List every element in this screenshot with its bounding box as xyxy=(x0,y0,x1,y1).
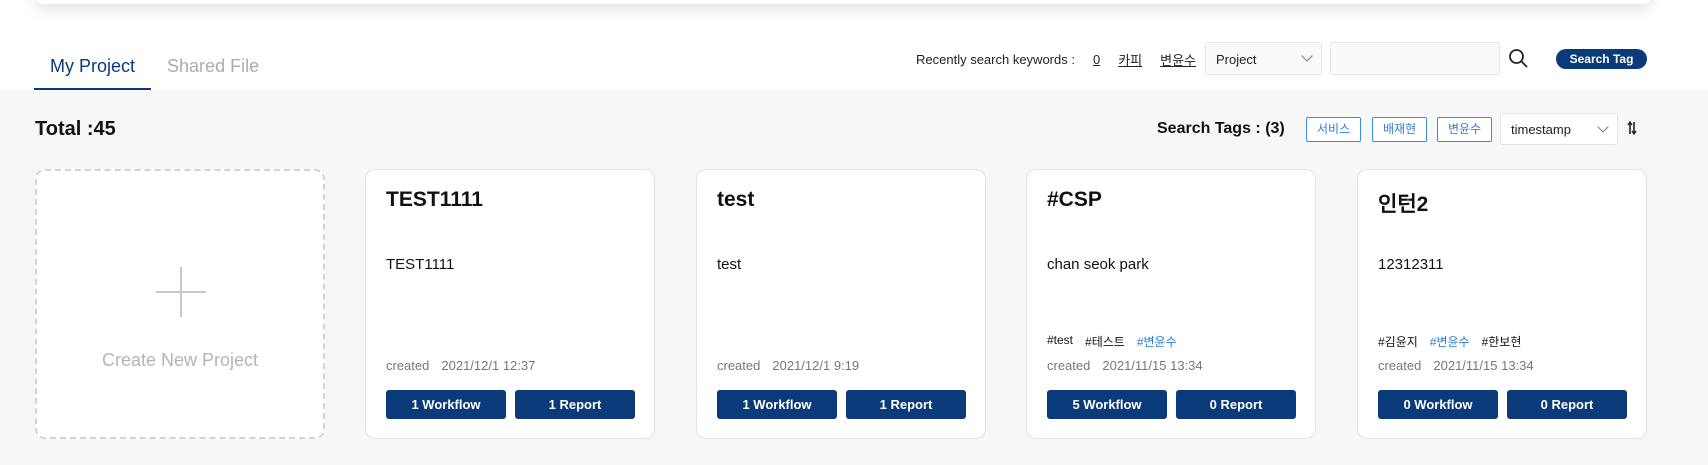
search-type-value: Project xyxy=(1216,52,1257,67)
project-title: TEST1111 xyxy=(386,188,483,211)
workflow-button[interactable]: 1 Workflow xyxy=(717,390,837,419)
sort-order-icon[interactable] xyxy=(1627,120,1639,136)
project-description: chan seok park xyxy=(1047,256,1149,273)
recent-keyword-link[interactable]: 0 xyxy=(1093,52,1100,67)
report-button[interactable]: 0 Report xyxy=(1176,390,1296,419)
chevron-down-icon xyxy=(1301,50,1313,62)
report-button[interactable]: 0 Report xyxy=(1507,390,1627,419)
report-button[interactable]: 1 Report xyxy=(515,390,635,419)
search-icon[interactable] xyxy=(1508,48,1528,68)
project-description: 12312311 xyxy=(1378,256,1444,273)
created-date: 2021/11/15 13:34 xyxy=(1102,358,1203,373)
project-created: created 2021/12/1 12:37 xyxy=(386,358,535,373)
project-card[interactable]: test test created 2021/12/1 9:19 1 Workfl… xyxy=(696,169,986,439)
project-tags: #test #테스트 #변윤수 xyxy=(1047,333,1177,350)
recent-keyword-link[interactable]: 변윤수 xyxy=(1160,50,1196,69)
workflow-button[interactable]: 5 Workflow xyxy=(1047,390,1167,419)
search-type-select[interactable]: Project xyxy=(1205,42,1322,75)
project-tag[interactable]: #변윤수 xyxy=(1137,333,1177,350)
recent-keywords: Recently search keywords : 0 카피 변윤수 xyxy=(916,50,1196,69)
created-label: created xyxy=(386,358,430,373)
created-date: 2021/12/1 9:19 xyxy=(772,358,860,373)
sort-select[interactable]: timestamp xyxy=(1500,113,1618,145)
project-tag[interactable]: #김윤지 xyxy=(1378,333,1418,350)
tab-bar: My Project Shared File xyxy=(34,48,275,91)
project-tag[interactable]: #test xyxy=(1047,333,1073,350)
project-description: TEST1111 xyxy=(386,256,455,273)
project-title: 인턴2 xyxy=(1378,193,1429,216)
create-project-label: Create New Project xyxy=(101,350,259,370)
project-created: created 2021/11/15 13:34 xyxy=(1378,358,1534,373)
total-count: Total :45 xyxy=(35,118,116,140)
top-panel-edge xyxy=(34,0,1652,4)
project-created: created 2021/11/15 13:34 xyxy=(1047,358,1203,373)
project-tag[interactable]: #변윤수 xyxy=(1430,333,1470,350)
search-tags-label: Search Tags : (3) xyxy=(1157,120,1285,137)
project-tags: #김윤지 #변윤수 #한보현 xyxy=(1378,333,1521,350)
plus-icon xyxy=(180,267,182,317)
workflow-button[interactable]: 0 Workflow xyxy=(1378,390,1498,419)
recent-keywords-label: Recently search keywords : xyxy=(916,52,1075,67)
project-card[interactable]: 인턴2 12312311 #김윤지 #변윤수 #한보현 created 2021/… xyxy=(1357,169,1647,439)
search-tag-chip[interactable]: 배재현 xyxy=(1372,117,1428,142)
project-description: test xyxy=(717,256,742,273)
sort-value: timestamp xyxy=(1511,122,1571,137)
project-title: #CSP xyxy=(1047,188,1102,211)
created-label: created xyxy=(1047,358,1091,373)
project-title: test xyxy=(717,188,755,211)
search-tag-chip[interactable]: 변윤수 xyxy=(1437,117,1493,142)
workflow-button[interactable]: 1 Workflow xyxy=(386,390,506,419)
project-created: created 2021/12/1 9:19 xyxy=(717,358,859,373)
project-card[interactable]: TEST1111 TEST1111 created 2021/12/1 12:37… xyxy=(365,169,655,439)
project-tag[interactable]: #한보현 xyxy=(1482,333,1522,350)
tab-my-project[interactable]: My Project xyxy=(34,48,152,91)
created-date: 2021/12/1 12:37 xyxy=(441,358,536,373)
recent-keyword-link[interactable]: 카피 xyxy=(1118,50,1142,69)
search-input[interactable] xyxy=(1330,42,1500,75)
chevron-down-icon xyxy=(1597,121,1609,133)
report-button[interactable]: 1 Report xyxy=(846,390,966,419)
project-tag[interactable]: #테스트 xyxy=(1085,333,1125,350)
created-date: 2021/11/15 13:34 xyxy=(1433,358,1534,373)
search-tag-button[interactable]: Search Tag xyxy=(1556,49,1647,69)
create-project-card[interactable]: Create New Project xyxy=(35,169,325,439)
search-tag-chip[interactable]: 서비스 xyxy=(1306,117,1362,142)
created-label: created xyxy=(1378,358,1422,373)
tab-shared-file[interactable]: Shared File xyxy=(151,48,275,91)
project-card[interactable]: #CSP chan seok park #test #테스트 #변윤수 crea… xyxy=(1026,169,1316,439)
created-label: created xyxy=(717,358,761,373)
